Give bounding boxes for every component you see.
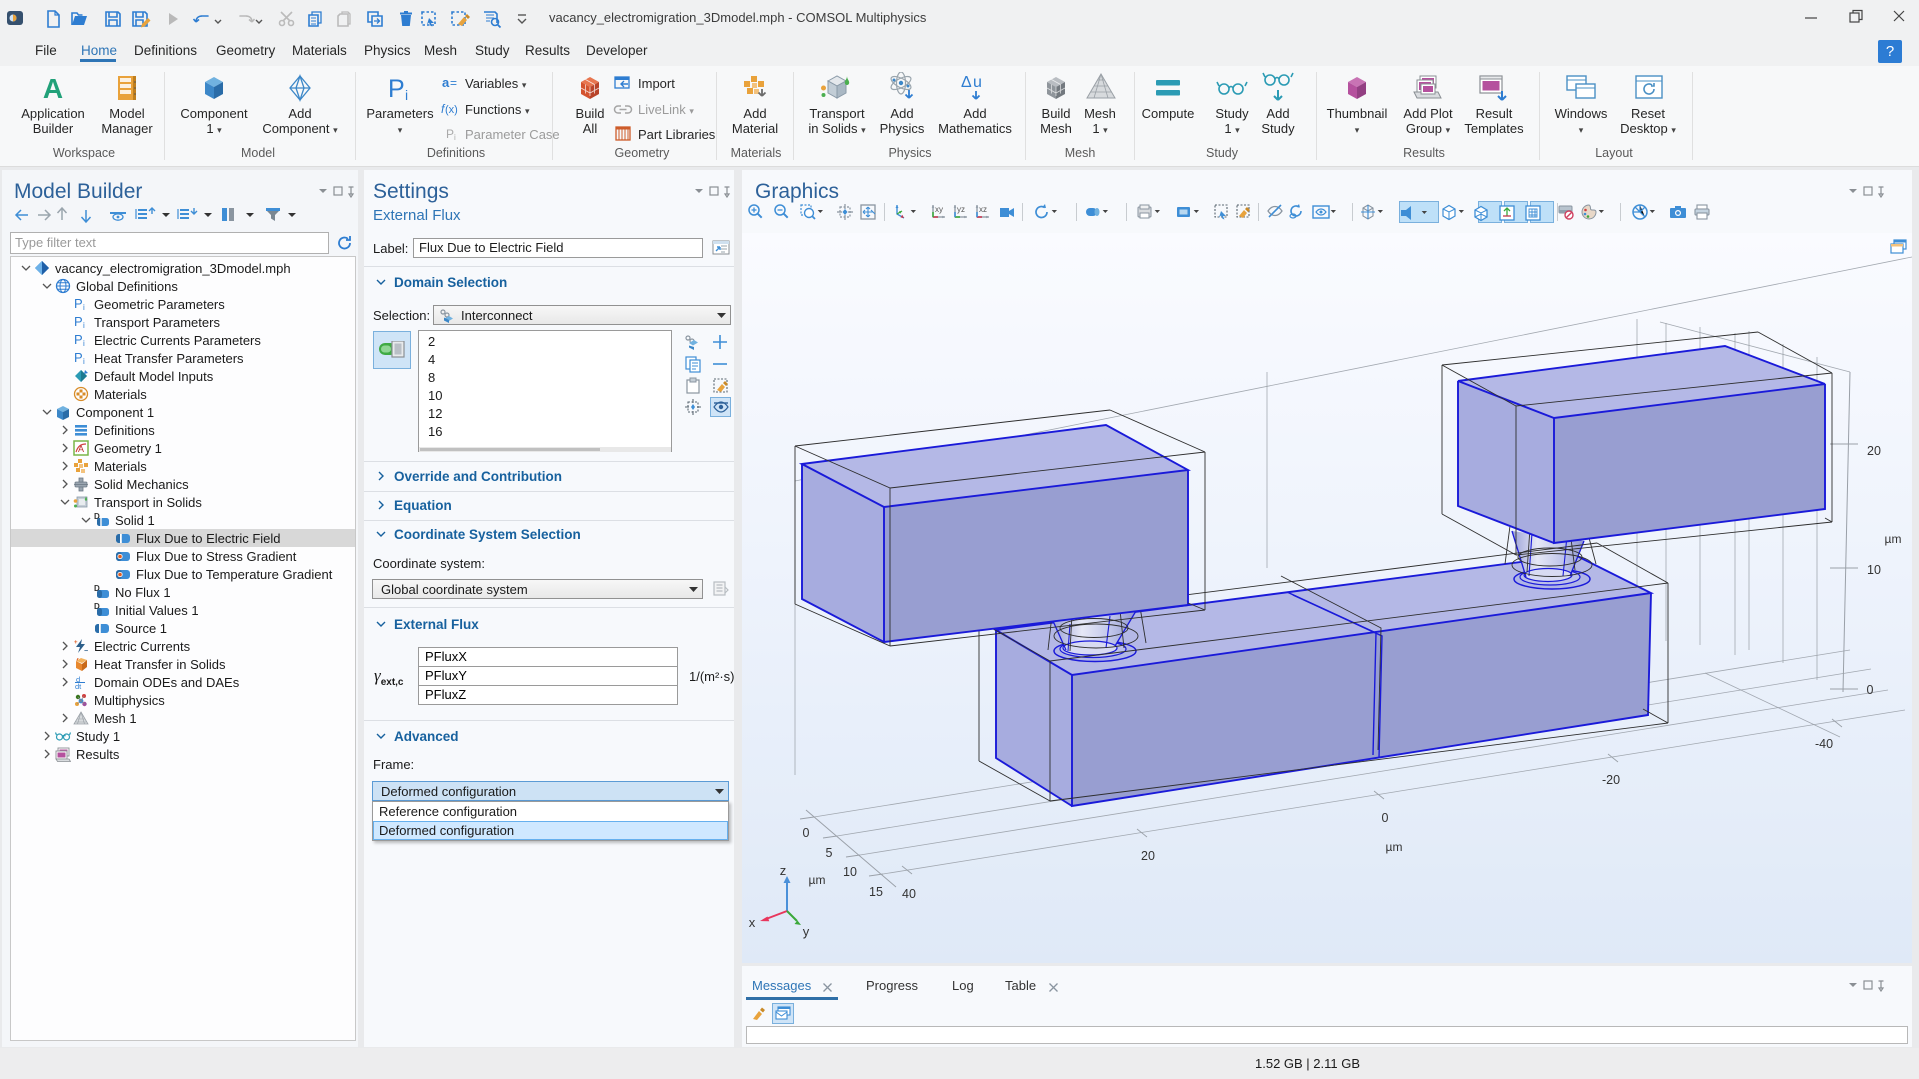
svg-text:i: i xyxy=(83,339,85,348)
svg-text:20: 20 xyxy=(1141,849,1155,863)
svg-text:dt: dt xyxy=(75,682,82,690)
svg-text:i: i xyxy=(83,357,85,366)
svg-text:P: P xyxy=(74,350,83,365)
svg-text:0: 0 xyxy=(1867,683,1874,697)
svg-text:40: 40 xyxy=(902,887,916,901)
svg-text:Δ: Δ xyxy=(961,74,972,91)
svg-text:+: + xyxy=(74,640,78,646)
svg-text:z: z xyxy=(780,863,787,878)
svg-text:P: P xyxy=(388,75,405,102)
svg-text:u: u xyxy=(973,74,982,91)
svg-text:A: A xyxy=(78,444,84,454)
svg-text:-20: -20 xyxy=(1602,773,1620,787)
svg-text:(x): (x) xyxy=(445,104,458,116)
svg-text:15: 15 xyxy=(869,885,883,899)
svg-text:y: y xyxy=(803,924,810,939)
svg-text:i: i xyxy=(405,87,408,102)
svg-text:P: P xyxy=(74,332,83,347)
svg-text:P: P xyxy=(446,127,454,141)
svg-text:A: A xyxy=(43,74,63,102)
svg-text:P: P xyxy=(74,296,83,311)
svg-text:20: 20 xyxy=(1867,444,1881,458)
svg-text:10: 10 xyxy=(1867,563,1881,577)
svg-text:P: P xyxy=(74,314,83,329)
svg-text:a: a xyxy=(442,75,450,90)
svg-text:i: i xyxy=(83,303,85,312)
svg-text:xy: xy xyxy=(935,205,943,214)
svg-text:0: 0 xyxy=(803,826,810,840)
svg-text:xz: xz xyxy=(979,205,987,214)
svg-text:-40: -40 xyxy=(1815,737,1833,751)
svg-text:µm: µm xyxy=(809,873,826,887)
svg-text:=: = xyxy=(450,76,457,90)
svg-text:µm: µm xyxy=(1885,532,1902,546)
svg-text:i: i xyxy=(454,133,456,142)
svg-text:0: 0 xyxy=(1382,811,1389,825)
svg-text:µm: µm xyxy=(1386,840,1403,854)
svg-text:x: x xyxy=(749,915,756,930)
svg-text:10: 10 xyxy=(843,865,857,879)
svg-text:i: i xyxy=(83,321,85,330)
svg-text:yz: yz xyxy=(957,205,965,214)
svg-text:5: 5 xyxy=(826,846,833,860)
svg-text:−: − xyxy=(84,648,88,654)
